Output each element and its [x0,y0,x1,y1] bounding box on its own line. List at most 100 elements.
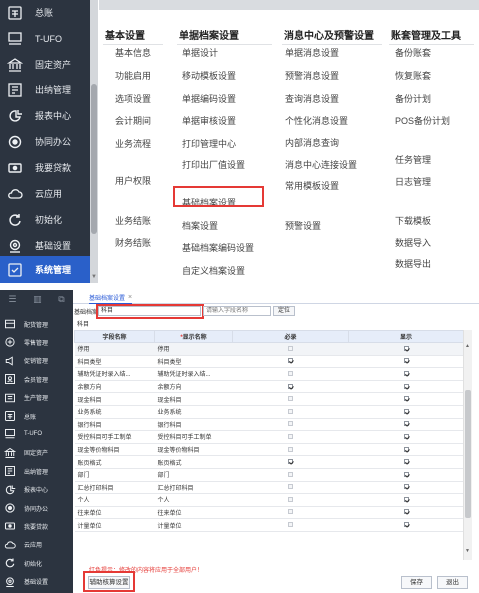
required-checkbox[interactable] [288,496,293,502]
menu-doc-code[interactable]: 单据编码设置 [182,92,236,105]
scroll-down-icon[interactable]: ▼ [465,548,470,554]
top-sidebar-scrollbar[interactable]: ▼ [90,0,98,283]
table-row[interactable]: 计量单位 计量单位 [74,518,464,532]
cell-display-name[interactable]: 账页格式 [154,455,233,469]
menu-alert-message[interactable]: 预警消息设置 [285,69,339,82]
cell-display-name[interactable]: 部门 [154,468,233,482]
sidebar-item-collab[interactable]: 协同办公 [0,500,73,516]
show-checkbox[interactable] [403,496,409,502]
sidebar-item-loan[interactable]: 我要贷款 [0,518,73,534]
table-row[interactable]: 科目类型 科目类型 [74,355,464,369]
menu-options[interactable]: 选项设置 [115,92,151,105]
required-checkbox[interactable] [288,433,293,439]
sidebar-item-distribution[interactable]: 配货管理 [0,316,73,332]
required-checkbox[interactable] [288,446,293,452]
sidebar-item-production[interactable]: 生产管理 [0,390,73,406]
required-checkbox[interactable] [288,396,293,402]
table-row[interactable]: 账页格式 账页格式 [74,455,464,469]
required-checkbox[interactable] [288,345,293,351]
menu-custom-archive[interactable]: 自定义档案设置 [182,264,245,277]
menu-custom-message[interactable]: 个性化消息设置 [285,114,348,127]
menu-doc-message[interactable]: 单据消息设置 [285,46,339,59]
field-search-input[interactable] [203,306,271,316]
table-scrollbar[interactable]: ▲ ▼ [463,330,472,560]
menu-feature-enable[interactable]: 功能启用 [115,69,151,82]
menu-finance-close[interactable]: 财务结账 [115,236,151,249]
menu-workflow[interactable]: 业务流程 [115,137,151,150]
cell-display-name[interactable]: 业务系统 [154,405,233,419]
scroll-up-icon[interactable]: ▲ [465,343,470,349]
show-checkbox[interactable] [403,358,409,364]
show-checkbox[interactable] [403,522,409,528]
show-checkbox[interactable] [403,421,409,427]
scroll-down-icon[interactable]: ▼ [91,274,97,280]
menu-archive-code[interactable]: 基础档案编码设置 [182,241,254,254]
menu-backup-account[interactable]: 备份账套 [395,46,431,59]
menu-print-center[interactable]: 打印管理中心 [182,137,236,150]
show-checkbox[interactable] [403,370,409,376]
cell-display-name[interactable]: 受控科目可手工制单 [154,430,233,444]
show-checkbox[interactable] [403,471,409,477]
cell-display-name[interactable]: 现金等价物科目 [154,443,233,457]
sidebar-item-cashier[interactable]: 出纳管理 [0,463,73,479]
show-checkbox[interactable] [403,509,409,515]
scroll-thumb[interactable] [91,84,97,234]
cell-display-name[interactable]: 汇总打印科目 [154,481,233,495]
menu-msg-connect[interactable]: 消息中心连接设置 [285,158,357,171]
menu-doc-audit[interactable]: 单据审核设置 [182,114,236,127]
menu-accounting-period[interactable]: 会计期间 [115,114,151,127]
close-icon[interactable]: × [128,294,132,301]
required-checkbox[interactable] [288,522,293,528]
required-checkbox[interactable] [288,408,293,414]
sidebar-item-report[interactable]: 报表中心 [0,482,73,498]
menu-log-manage[interactable]: 日志管理 [395,175,431,188]
sidebar-item-retail[interactable]: 零售管理 [0,334,73,350]
required-checkbox[interactable] [288,509,293,515]
menu-business-close[interactable]: 业务结账 [115,214,151,227]
sidebar-item-loan[interactable]: 我要贷款 [0,155,90,180]
sidebar-item-ledger[interactable]: 总账 [0,0,90,25]
required-checkbox[interactable] [288,484,293,490]
table-row[interactable]: 停用 停用 [74,342,464,356]
table-row[interactable]: 辅助凭证时录入结... 辅助凭证时录入结... [74,367,464,381]
sidebar-item-promo[interactable]: 促销管理 [0,353,73,369]
menu-task-manage[interactable]: 任务管理 [395,153,431,166]
scroll-thumb[interactable] [465,390,471,518]
menu-data-import[interactable]: 数据导入 [395,236,431,249]
sidebar-item-collab[interactable]: 协同办公 [0,129,90,154]
show-checkbox[interactable] [403,484,409,490]
menu-internal-message[interactable]: 内部消息查询 [285,136,339,149]
show-checkbox[interactable] [403,408,409,414]
sidebar-item-member[interactable]: 会员管理 [0,371,73,387]
sidebar-item-ufo[interactable]: T-UFO [0,426,73,442]
table-row[interactable]: 汇总打印科目 汇总打印科目 [74,481,464,495]
menu-common-template[interactable]: 常用模板设置 [285,179,339,192]
sidebar-item-system[interactable]: 系统管理 [0,256,90,283]
grid-icon[interactable]: ▥ [33,294,42,305]
cell-display-name[interactable]: 个人 [154,493,233,507]
cell-display-name[interactable]: 辅助凭证时录入结... [154,367,233,381]
table-row[interactable]: 个人 个人 [74,493,464,507]
menu-archive-settings[interactable]: 档案设置 [182,219,218,232]
menu-restore-account[interactable]: 恢复账套 [395,69,431,82]
show-checkbox[interactable] [403,459,409,465]
required-checkbox[interactable] [288,370,293,376]
table-row[interactable]: 受控科目可手工制单 受控科目可手工制单 [74,430,464,444]
sidebar-item-bank[interactable]: 固定资产 [0,52,90,77]
menu-download-template[interactable]: 下载模板 [395,214,431,227]
sidebar-item-cloud[interactable]: 云应用 [0,537,73,553]
required-checkbox[interactable] [288,383,293,389]
table-row[interactable]: 余额方向 余额方向 [74,380,464,394]
menu-print-default[interactable]: 打印出厂值设置 [182,158,245,171]
menu-mobile-template[interactable]: 移动模板设置 [182,69,236,82]
show-checkbox[interactable] [403,345,409,351]
cell-display-name[interactable]: 科目类型 [154,355,233,369]
menu-basic-info[interactable]: 基本信息 [115,46,151,59]
window-icon[interactable]: ⧉ [58,294,64,305]
cell-display-name[interactable]: 往来单位 [154,506,233,520]
sidebar-item-bank[interactable]: 固定资产 [0,445,73,461]
sidebar-item-settings[interactable]: 基础设置 [0,574,73,590]
sidebar-item-ledger[interactable]: 总账 [0,408,73,424]
table-row[interactable]: 往来单位 往来单位 [74,506,464,520]
table-row[interactable]: 部门 部门 [74,468,464,482]
